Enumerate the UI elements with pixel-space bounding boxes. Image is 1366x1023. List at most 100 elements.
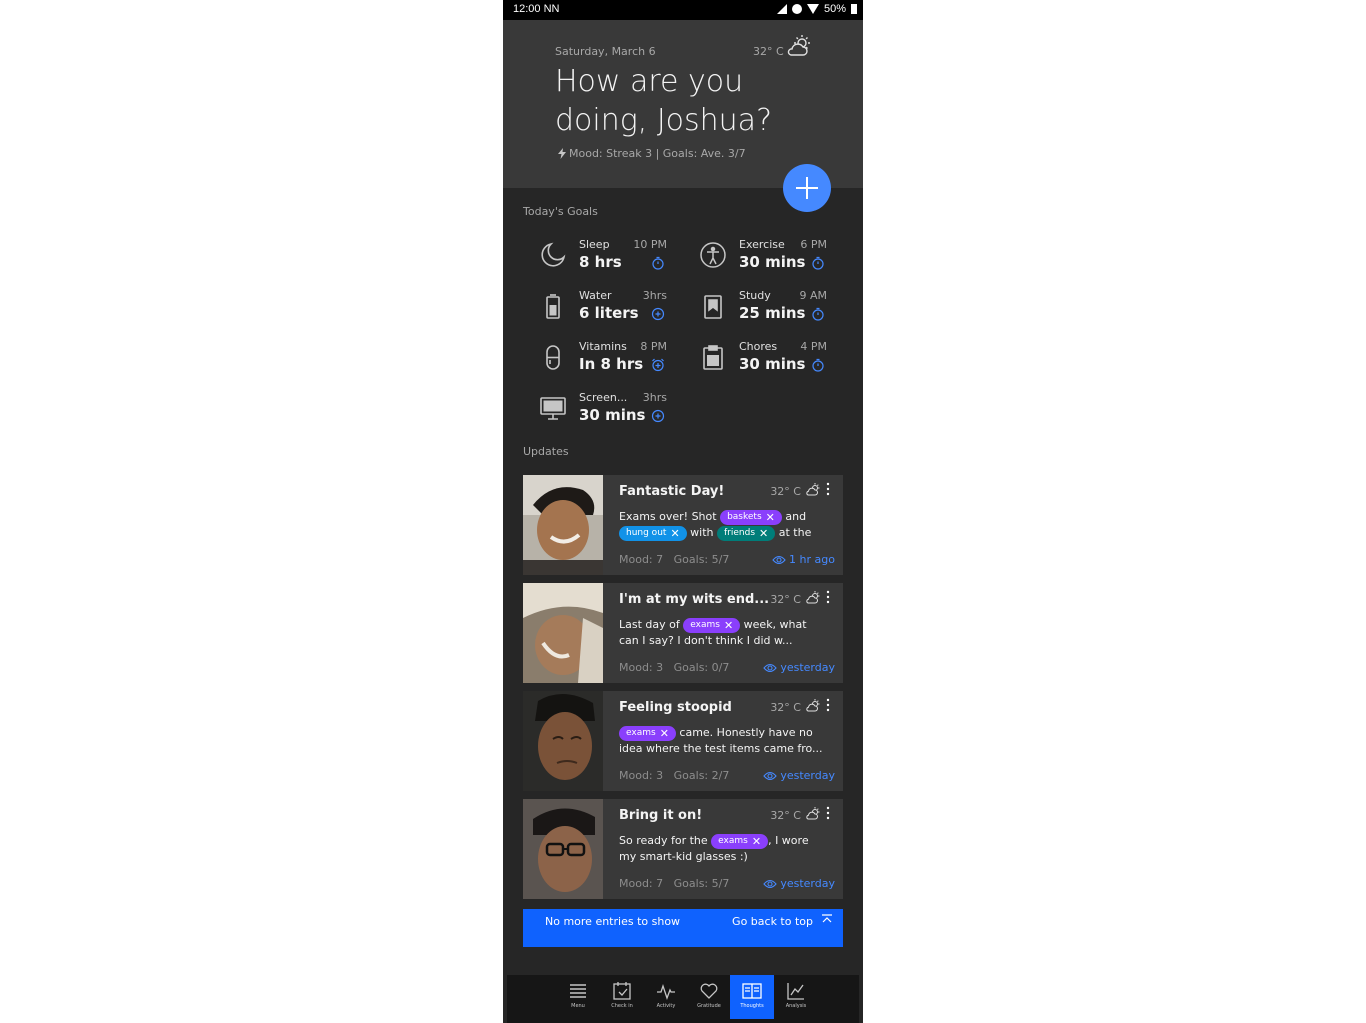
- entry-card[interactable]: Feeling stoopid 32° C exams ✕ came. Hones…: [523, 691, 843, 791]
- goal-screen-time[interactable]: Screen... 3hrs 30 mins: [523, 389, 673, 429]
- arrow-up-to-top-icon[interactable]: [821, 914, 833, 926]
- entry-card[interactable]: I'm at my wits end... 32° C Last day of …: [523, 583, 843, 683]
- goal-time: 8 PM: [640, 340, 667, 353]
- nav-activity[interactable]: Activity: [644, 975, 688, 1019]
- stats-text: Mood: Streak 3 | Goals: Ave. 3/7: [569, 147, 746, 160]
- goal-name: Chores: [739, 340, 778, 353]
- entry-photo: [523, 691, 603, 791]
- goal-value: 30 mins: [739, 355, 806, 373]
- nav-check-in[interactable]: Check in: [600, 975, 644, 1019]
- tag-label: exams: [718, 835, 748, 846]
- partly-cloudy-icon: [806, 483, 820, 496]
- goal-name: Vitamins: [579, 340, 627, 353]
- goal-name: Screen...: [579, 391, 628, 404]
- entry-time-ago: yesterday: [763, 769, 835, 782]
- greeting-header: Saturday, March 6 32° C How are you doin…: [503, 20, 863, 188]
- overflow-menu-icon[interactable]: [823, 589, 833, 605]
- add-circle-icon[interactable]: [651, 307, 665, 321]
- status-icons: 50%: [776, 3, 857, 15]
- tag-label: friends: [724, 527, 756, 538]
- entry-title: Bring it on!: [619, 808, 703, 823]
- overflow-menu-icon[interactable]: [823, 697, 833, 713]
- nav-menu[interactable]: Menu: [556, 975, 600, 1019]
- entry-meta: Mood: 7 Goals: 5/7: [619, 877, 729, 890]
- book-icon: [742, 983, 762, 999]
- activity-icon: [657, 983, 675, 1000]
- entry-photo: [523, 583, 603, 683]
- tag-chip[interactable]: exams ✕: [711, 833, 769, 849]
- add-entry-button[interactable]: [783, 164, 831, 212]
- nav-analysis[interactable]: Analysis: [774, 975, 818, 1019]
- goal-value: 8 hrs: [579, 253, 622, 271]
- bottom-navigation: Menu Check in Activity Gratitude Thought…: [507, 975, 859, 1023]
- tag-label: baskets: [727, 511, 762, 522]
- goal-study[interactable]: Study 9 AM 25 mins: [683, 287, 833, 327]
- entry-photo: [523, 475, 603, 575]
- add-circle-icon[interactable]: [651, 409, 665, 423]
- header-date: Saturday, March 6: [555, 45, 656, 58]
- nav-label: Menu: [571, 1003, 585, 1009]
- goal-name: Exercise: [739, 238, 785, 251]
- entry-title: Fantastic Day!: [619, 484, 725, 499]
- tag-chip[interactable]: friends ✕: [717, 525, 776, 541]
- tag-chip[interactable]: hung out ✕: [619, 525, 687, 541]
- goal-name: Water: [579, 289, 612, 302]
- nav-thoughts[interactable]: Thoughts: [730, 975, 774, 1019]
- dnd-icon: [791, 4, 802, 14]
- entry-temperature: 32° C: [770, 809, 801, 822]
- goal-sleep[interactable]: Sleep 10 PM 8 hrs: [523, 236, 673, 276]
- close-icon[interactable]: ✕: [660, 726, 669, 741]
- tag-chip[interactable]: baskets ✕: [720, 509, 782, 525]
- tag-chip[interactable]: exams ✕: [683, 617, 741, 633]
- entry-card[interactable]: Bring it on! 32° C So ready for the exam…: [523, 799, 843, 899]
- lightning-icon: [558, 148, 566, 159]
- entry-title: Feeling stoopid: [619, 700, 732, 715]
- entry-body: exams ✕ came. Honestly have no idea where…: [619, 725, 829, 757]
- close-icon[interactable]: ✕: [724, 618, 733, 633]
- timer-icon[interactable]: [811, 256, 825, 270]
- partly-cloudy-icon: [787, 35, 810, 56]
- timer-icon[interactable]: [811, 358, 825, 372]
- timer-icon[interactable]: [811, 307, 825, 321]
- alarm-icon[interactable]: [651, 358, 665, 372]
- goal-name: Sleep: [579, 238, 610, 251]
- entry-goals: Goals: 2/7: [673, 769, 730, 782]
- time-ago-label: yesterday: [780, 769, 835, 782]
- partly-cloudy-icon: [806, 591, 820, 604]
- close-icon[interactable]: ✕: [766, 510, 775, 525]
- overflow-menu-icon[interactable]: [823, 805, 833, 821]
- nav-gratitude[interactable]: Gratitude: [687, 975, 731, 1019]
- tag-chip[interactable]: exams ✕: [619, 725, 676, 741]
- goal-chores[interactable]: Chores 4 PM 30 mins: [683, 338, 833, 378]
- signal-icon: [776, 4, 787, 14]
- eye-icon: [763, 879, 778, 888]
- eye-icon: [763, 663, 778, 672]
- close-icon[interactable]: ✕: [752, 834, 761, 849]
- goal-exercise[interactable]: Exercise 6 PM 30 mins: [683, 236, 833, 276]
- goal-value: 30 mins: [739, 253, 806, 271]
- goal-water[interactable]: Water 3hrs 6 liters: [523, 287, 673, 327]
- goal-time: 6 PM: [800, 238, 827, 251]
- heart-icon: [700, 983, 718, 999]
- accessibility-icon: [700, 242, 726, 268]
- battery-level: 50%: [823, 3, 846, 15]
- nav-label: Check in: [611, 1003, 633, 1009]
- entry-card[interactable]: Fantastic Day! 32° C Exams over! Shot ba…: [523, 475, 843, 575]
- goal-time: 3hrs: [642, 391, 667, 404]
- nav-label: Gratitude: [697, 1003, 721, 1009]
- timer-icon[interactable]: [651, 256, 665, 270]
- goal-value: In 8 hrs: [579, 355, 644, 373]
- close-icon[interactable]: ✕: [670, 526, 679, 541]
- overflow-menu-icon[interactable]: [823, 481, 833, 497]
- pill-icon: [546, 345, 560, 370]
- time-ago-label: yesterday: [780, 661, 835, 674]
- entry-text: and: [785, 510, 807, 523]
- eye-icon: [763, 771, 778, 780]
- bookmark-icon: [704, 295, 722, 319]
- back-to-top-link[interactable]: Go back to top: [732, 915, 813, 928]
- goal-vitamins[interactable]: Vitamins 8 PM In 8 hrs: [523, 338, 673, 378]
- entry-text: at the: [778, 526, 812, 539]
- entry-time-ago: 1 hr ago: [772, 553, 835, 566]
- close-icon[interactable]: ✕: [759, 526, 768, 541]
- entry-body: Exams over! Shot baskets ✕ and hung out ✕ …: [619, 509, 829, 541]
